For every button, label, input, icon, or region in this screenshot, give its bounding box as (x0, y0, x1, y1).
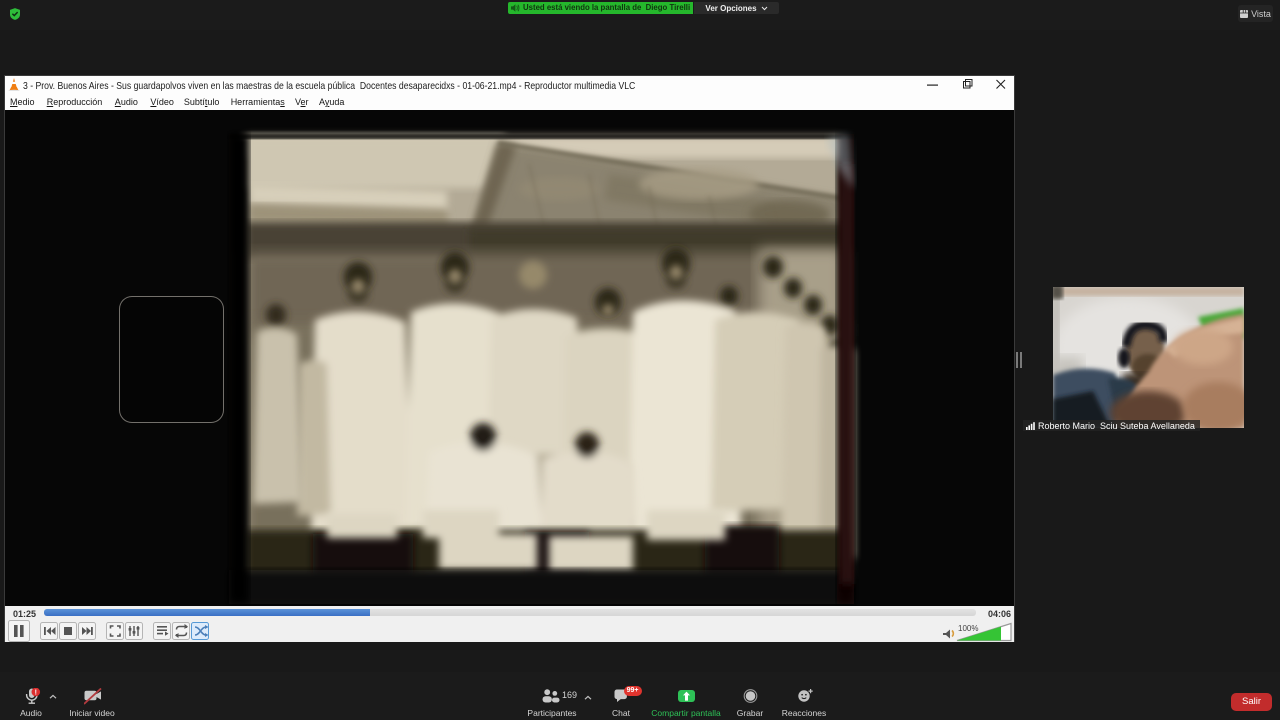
svg-text:100%: 100% (958, 624, 978, 633)
svg-text:!: ! (35, 690, 37, 697)
